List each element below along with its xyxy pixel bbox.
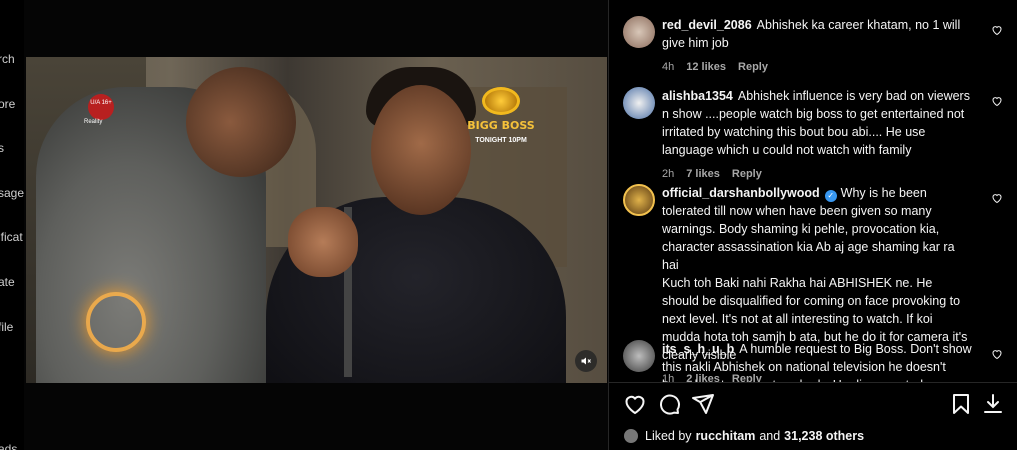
comments-list[interactable]: red_devil_2086 Abhishek ka career khatam,…: [609, 0, 1017, 382]
genre-badge: Reality: [84, 119, 103, 125]
mute-button[interactable]: [575, 350, 597, 372]
sidebar-item-profile[interactable]: file: [0, 320, 13, 334]
sidebar-item-search[interactable]: rch: [0, 52, 15, 66]
share-icon[interactable]: [691, 392, 715, 416]
post-side-panel: red_devil_2086 Abhishek ka career khatam,…: [608, 0, 1017, 450]
panel-divider: [609, 382, 1017, 383]
comment-meta: 2h 7 likes Reply: [662, 168, 1003, 180]
comment-heart-icon[interactable]: [991, 95, 1003, 107]
speaker-muted-icon: [581, 357, 591, 365]
comment-username[interactable]: official_darshanbollywood: [662, 186, 820, 200]
download-icon[interactable]: [981, 392, 1005, 416]
show-title: BIGG BOSS: [467, 119, 535, 132]
avatar[interactable]: [623, 87, 655, 119]
reply-button[interactable]: Reply: [738, 61, 768, 73]
post-video[interactable]: U/A 16+ Reality BIGG BOSS TONIGHT 10PM: [26, 57, 607, 383]
sidebar-item-reels[interactable]: s: [0, 141, 4, 155]
likes-prefix: Liked by: [645, 429, 692, 443]
show-emblem-icon: [482, 87, 520, 115]
liker-avatar[interactable]: [623, 428, 639, 444]
comment-item: alishba1354 Abhishek influence is very ba…: [623, 87, 1003, 180]
rating-badge: U/A 16+: [88, 94, 114, 120]
sidebar-item-create[interactable]: ate: [0, 275, 15, 289]
comment-heart-icon[interactable]: [991, 192, 1003, 204]
avatar[interactable]: [623, 340, 655, 372]
video-fist: [288, 207, 358, 277]
likes-conjunction: and: [759, 429, 781, 443]
comment-icon[interactable]: [657, 392, 681, 416]
comment-time[interactable]: 4h: [662, 61, 674, 73]
comment-text-block: its_s_h_u_b A humble request to Big Boss.…: [662, 340, 972, 382]
video-person-left-head: [186, 67, 296, 177]
comment-text-block: official_darshanbollywood ✓ Why is he been…: [662, 184, 972, 364]
sidebar-item-notifications[interactable]: ificat: [0, 230, 23, 244]
reply-button[interactable]: Reply: [732, 168, 762, 180]
avatar[interactable]: [623, 184, 655, 216]
comment-meta: 4h 12 likes Reply: [662, 61, 1003, 73]
comment-item: red_devil_2086 Abhishek ka career khatam,…: [623, 16, 1003, 73]
likes-summary: Liked by rucchitam and 31,238 others: [623, 428, 868, 444]
comment-likes[interactable]: 7 likes: [686, 168, 720, 180]
show-logo: BIGG BOSS TONIGHT 10PM: [466, 87, 536, 167]
sidebar-item-threads[interactable]: ads: [0, 442, 17, 450]
liker-username[interactable]: rucchitam: [696, 429, 756, 443]
comment-text-block: alishba1354 Abhishek influence is very ba…: [662, 87, 972, 159]
bookmark-icon[interactable]: [949, 392, 973, 416]
sidebar-item-explore[interactable]: ore: [0, 97, 15, 111]
show-time: TONIGHT 10PM: [475, 137, 527, 144]
comment-heart-icon[interactable]: [991, 24, 1003, 36]
video-glow-ring: [86, 292, 146, 352]
sidebar-item-messages[interactable]: sage: [0, 186, 24, 200]
video-person-right-head: [371, 85, 471, 215]
comment-heart-icon[interactable]: [991, 348, 1003, 360]
left-sidebar: rch ore s sage ificat ate file ads: [0, 0, 24, 450]
comment-username[interactable]: its_s_h_u_b: [662, 342, 734, 356]
comment-username[interactable]: alishba1354: [662, 89, 733, 103]
comment-username[interactable]: red_devil_2086: [662, 18, 752, 32]
heart-icon[interactable]: [623, 392, 647, 416]
comment-text-block: red_devil_2086 Abhishek ka career khatam,…: [662, 16, 972, 52]
comment-item: its_s_h_u_b A humble request to Big Boss.…: [623, 340, 1003, 382]
post-actions-bar: [623, 392, 1005, 418]
verified-badge-icon: ✓: [824, 190, 837, 202]
likes-others-count[interactable]: 31,238 others: [784, 429, 864, 443]
comment-time[interactable]: 2h: [662, 168, 674, 180]
comment-likes[interactable]: 12 likes: [686, 61, 726, 73]
avatar[interactable]: [623, 16, 655, 48]
